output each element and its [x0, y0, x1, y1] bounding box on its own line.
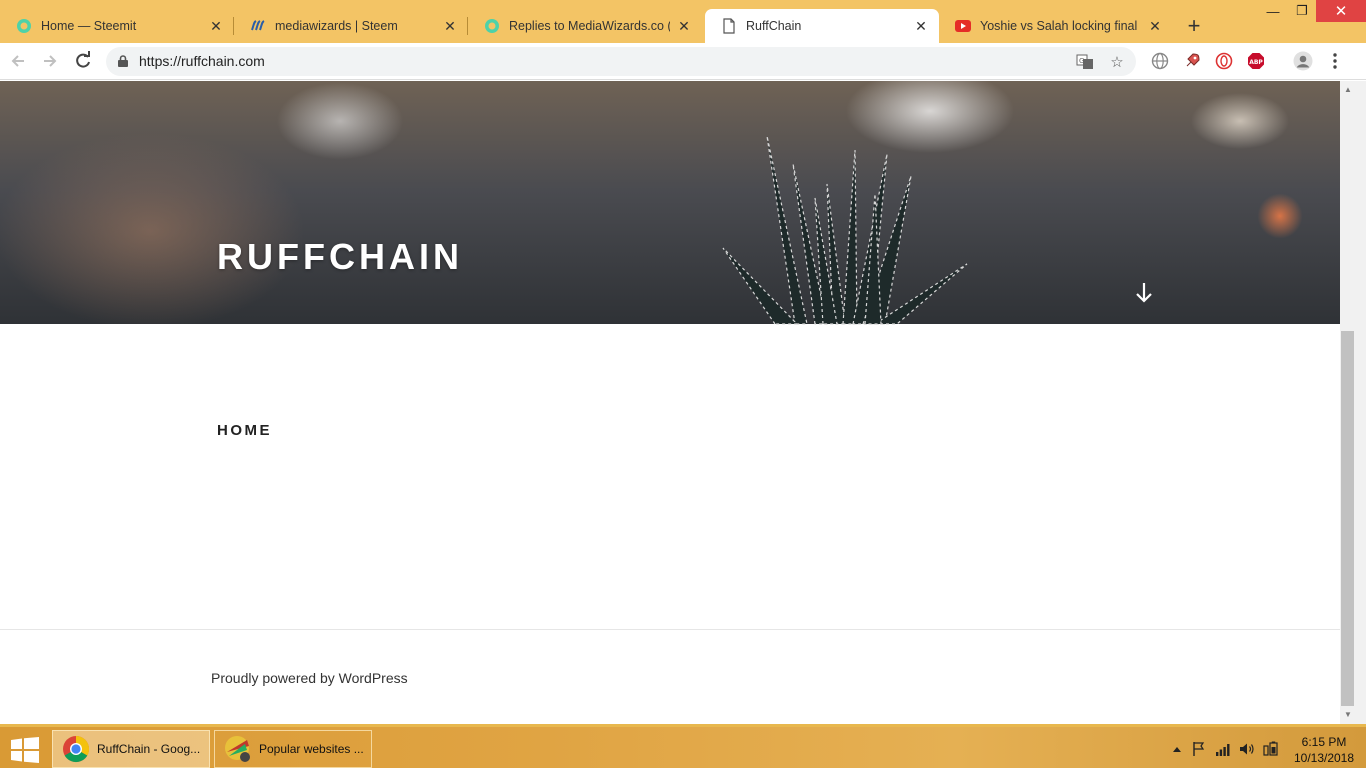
- maximize-button[interactable]: ❐: [1288, 0, 1316, 22]
- tab-strip: Home — Steemit ✕ mediawizards | Steem ✕ …: [0, 0, 1366, 43]
- battery-power-icon[interactable]: [1262, 741, 1280, 757]
- chrome-icon: [63, 735, 90, 763]
- reload-icon: [76, 51, 90, 68]
- tab-youtube-video[interactable]: Yoshie vs Salah locking final SD ✕: [939, 9, 1173, 43]
- taskbar-item-chrome[interactable]: RuffChain - Goog...: [52, 730, 210, 768]
- minimize-button[interactable]: —: [1258, 0, 1288, 22]
- site-title[interactable]: RUFFCHAIN: [217, 236, 463, 278]
- steemit-icon: [16, 18, 32, 34]
- arrow-right-icon: [44, 55, 57, 67]
- close-tab-icon[interactable]: ✕: [208, 18, 224, 34]
- scrollbar-thumb[interactable]: [1341, 331, 1354, 706]
- windows-start-icon[interactable]: [10, 737, 40, 763]
- taskbar-item-popular-websites[interactable]: Popular websites ...: [214, 730, 372, 768]
- new-tab-button[interactable]: +: [1182, 15, 1206, 39]
- reload-button[interactable]: [71, 49, 95, 73]
- tab-ruffchain[interactable]: RuffChain ✕: [705, 9, 939, 43]
- arrow-down-icon[interactable]: [1131, 280, 1157, 306]
- tray-overflow-chevron-icon[interactable]: [1168, 741, 1186, 757]
- rocket-extension-icon[interactable]: [1182, 51, 1202, 71]
- globe-extension-icon[interactable]: [1150, 51, 1170, 71]
- close-tab-icon[interactable]: ✕: [442, 18, 458, 34]
- tab-title: mediawizards | Steem: [275, 19, 398, 33]
- powered-by-link[interactable]: Proudly powered by WordPress: [211, 670, 408, 686]
- tab-home-steemit[interactable]: Home — Steemit ✕: [0, 9, 234, 43]
- page-scrollbar[interactable]: ▲ ▼: [1340, 81, 1366, 724]
- adblock-plus-icon[interactable]: ABP: [1246, 51, 1266, 71]
- address-bar[interactable]: https://ruffchain.com G ☆: [106, 47, 1136, 76]
- svg-text:G: G: [1079, 57, 1084, 65]
- forward-button[interactable]: [38, 49, 62, 73]
- scroll-down-arrow-icon[interactable]: ▼: [1340, 708, 1356, 722]
- profile-avatar-icon[interactable]: [1293, 51, 1313, 71]
- volume-speaker-icon[interactable]: [1238, 741, 1256, 757]
- close-window-button[interactable]: ✕: [1316, 0, 1366, 22]
- steemit-icon: [484, 18, 500, 34]
- close-tab-icon[interactable]: ✕: [913, 18, 929, 34]
- steem-icon: [250, 18, 266, 34]
- opera-extension-icon[interactable]: [1214, 51, 1234, 71]
- windows-taskbar: RuffChain - Goog... Popular websites ...…: [0, 724, 1366, 768]
- network-signal-icon[interactable]: [1214, 741, 1232, 757]
- translate-icon[interactable]: G: [1075, 52, 1095, 72]
- svg-text:ABP: ABP: [1249, 59, 1263, 66]
- scroll-up-arrow-icon[interactable]: ▲: [1340, 83, 1356, 97]
- taskbar-item-label: Popular websites ...: [259, 742, 364, 756]
- clock-date: 10/13/2018: [1293, 751, 1355, 765]
- tab-title: Yoshie vs Salah locking final SD: [980, 19, 1141, 33]
- succulent-plant-image: [722, 136, 968, 325]
- tab-title: RuffChain: [746, 19, 802, 33]
- clock-time: 6:15 PM: [1301, 735, 1347, 749]
- taskbar-item-label: RuffChain - Goog...: [97, 742, 201, 756]
- footer-divider: [0, 629, 1340, 630]
- page-icon: [721, 18, 737, 34]
- youtube-icon: [955, 18, 971, 34]
- action-center-flag-icon[interactable]: [1190, 741, 1208, 757]
- bookmark-star-icon[interactable]: ☆: [1107, 52, 1127, 72]
- header-hero-image: RUFFCHAIN: [0, 81, 1340, 325]
- arrow-left-icon: [11, 55, 24, 67]
- lock-icon: [118, 55, 128, 67]
- tab-mediawizards-steem[interactable]: mediawizards | Steem ✕: [234, 9, 468, 43]
- tab-title: Replies to MediaWizards.co (@r: [509, 19, 670, 33]
- app-icon: [225, 736, 250, 762]
- back-button[interactable]: [6, 49, 30, 73]
- browser-toolbar: https://ruffchain.com G ☆ ABP: [0, 43, 1366, 80]
- tab-title: Home — Steemit: [41, 19, 137, 33]
- close-tab-icon[interactable]: ✕: [1147, 18, 1163, 34]
- taskbar-clock[interactable]: 6:15 PM 10/13/2018: [1288, 734, 1360, 766]
- close-tab-icon[interactable]: ✕: [676, 18, 692, 34]
- page-title: HOME: [217, 422, 272, 439]
- menu-kebab-icon[interactable]: [1325, 51, 1345, 71]
- url-text[interactable]: https://ruffchain.com: [139, 53, 265, 69]
- tab-replies-mediawizards[interactable]: Replies to MediaWizards.co (@r ✕: [468, 9, 702, 43]
- page-viewport: RUFFCHAIN HOME Proudly powered by WordPr…: [0, 81, 1340, 724]
